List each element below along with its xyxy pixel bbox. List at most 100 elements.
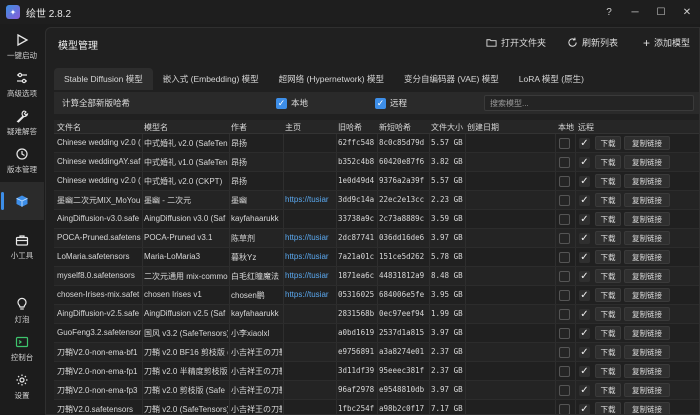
col-local[interactable]: 本地 [558, 122, 574, 133]
copy-link-button[interactable]: 复制链接 [624, 383, 670, 397]
download-button[interactable]: 下载 [595, 402, 621, 414]
local-checkbox[interactable] [559, 309, 570, 320]
remote-checkbox[interactable]: ✓ [375, 97, 386, 109]
download-button[interactable]: 下载 [595, 136, 621, 150]
local-checkbox[interactable] [559, 385, 570, 396]
local-checkbox[interactable] [559, 195, 570, 206]
table-row[interactable]: 刀鞘V2.0-non-ema-fp3 刀鞘 v2.0 剪枝版 (Safe 小吉祥王の… [54, 381, 699, 400]
sidebar-item-troubleshoot[interactable]: 疑难解答 [0, 104, 44, 142]
tab-lora[interactable]: LoRA 模型 (原生) [509, 68, 594, 90]
copy-link-button[interactable]: 复制链接 [624, 307, 670, 321]
table-row[interactable]: 刀鞘V2.0.safetensors 刀鞘 v2.0 (SafeTensors) 小… [54, 400, 699, 414]
remote-checkbox[interactable]: ✓ [579, 214, 590, 225]
local-checkbox[interactable] [559, 328, 570, 339]
local-checkbox[interactable] [559, 214, 570, 225]
copy-link-button[interactable]: 复制链接 [624, 364, 670, 378]
col-old-hash[interactable]: 旧哈希 [338, 122, 362, 133]
sidebar-item-console[interactable]: 控制台 [0, 330, 44, 368]
search-input[interactable] [484, 95, 694, 111]
table-row[interactable]: 刀鞘V2.0-non-ema-fp1 刀鞘 v2.0 半精度剪枝版 (小吉祥王の刀… [54, 362, 699, 381]
remote-checkbox[interactable]: ✓ [579, 271, 590, 282]
table-row[interactable]: AingDiffusion-v2.5.safe AingDiffusion v2.… [54, 305, 699, 324]
remote-checkbox[interactable]: ✓ [579, 290, 590, 301]
cell-home[interactable]: https://tusiar [285, 233, 335, 242]
minimize-button[interactable]: ─ [622, 0, 648, 24]
remote-checkbox[interactable]: ✓ [579, 233, 590, 244]
table-row[interactable]: GuoFeng3.2.safetensor 国风 v3.2 (SafeTensor… [54, 324, 699, 343]
sidebar-item-tools[interactable]: 小工具 [0, 228, 44, 266]
sidebar-item-advanced[interactable]: 高级选项 [0, 66, 44, 104]
remote-checkbox[interactable]: ✓ [579, 309, 590, 320]
table-row[interactable]: chosen-Irises-mix.safet chosen Irises v1 c… [54, 286, 699, 305]
remote-checkbox[interactable]: ✓ [579, 176, 590, 187]
local-checkbox[interactable] [559, 176, 570, 187]
local-checkbox[interactable] [559, 138, 570, 149]
remote-checkbox[interactable]: ✓ [579, 328, 590, 339]
download-button[interactable]: 下载 [595, 288, 621, 302]
remote-checkbox[interactable]: ✓ [579, 157, 590, 168]
download-button[interactable]: 下载 [595, 383, 621, 397]
table-row[interactable]: Chinese weddingAY.saf 中式婚礼 v1.0 (SafeTens… [54, 153, 699, 172]
cell-home[interactable]: https://tusiar [285, 252, 335, 261]
download-button[interactable]: 下载 [595, 212, 621, 226]
col-author[interactable]: 作者 [231, 122, 247, 133]
download-button[interactable]: 下载 [595, 269, 621, 283]
copy-link-button[interactable]: 复制链接 [624, 212, 670, 226]
tab-stable-diffusion[interactable]: Stable Diffusion 模型 [54, 68, 153, 90]
table-row[interactable]: LoMaria.safetensors Maria-LoMaria3 暮秋Yz htt… [54, 248, 699, 267]
sidebar-item-settings[interactable]: 设置 [0, 368, 44, 406]
cell-home[interactable]: https://tusiar [285, 290, 335, 299]
remote-filter[interactable]: ✓ 远程 [375, 97, 407, 109]
col-new-hash[interactable]: 新短哈希 [379, 122, 411, 133]
download-button[interactable]: 下载 [595, 174, 621, 188]
close-button[interactable]: ✕ [674, 0, 700, 24]
cell-home[interactable]: https://tusiar [285, 195, 335, 204]
sidebar-item-versions[interactable]: 版本管理 [0, 142, 44, 180]
local-checkbox[interactable] [559, 290, 570, 301]
cell-home[interactable]: https://tusiar [285, 271, 335, 280]
download-button[interactable]: 下载 [595, 231, 621, 245]
remote-checkbox[interactable]: ✓ [579, 252, 590, 263]
remote-checkbox[interactable]: ✓ [579, 138, 590, 149]
copy-link-button[interactable]: 复制链接 [624, 174, 670, 188]
table-row[interactable]: AingDiffusion-v3.0.safe AingDiffusion v3.… [54, 210, 699, 229]
download-button[interactable]: 下载 [595, 364, 621, 378]
local-checkbox[interactable]: ✓ [276, 97, 287, 109]
add-model-button[interactable]: + 添加模型 [643, 36, 690, 49]
sidebar-item-lamp[interactable]: 灯泡 [0, 292, 44, 330]
download-button[interactable]: 下载 [595, 345, 621, 359]
table-row[interactable]: Chinese wedding v2.0 (中式婚礼 v2.0 (SafeTen… [54, 134, 699, 153]
calc-hash-button[interactable]: 计算全部新版哈希 [62, 97, 130, 109]
tab-vae[interactable]: 变分自编码器 (VAE) 模型 [394, 68, 509, 90]
download-button[interactable]: 下载 [595, 307, 621, 321]
table-row[interactable]: 墨幽二次元MIX_MoYou 墨幽 - 二次元 墨幽 https://tusiar 3d… [54, 191, 699, 210]
remote-checkbox[interactable]: ✓ [579, 347, 590, 358]
copy-link-button[interactable]: 复制链接 [624, 288, 670, 302]
refresh-button[interactable]: 刷新列表 [567, 36, 618, 49]
local-checkbox[interactable] [559, 366, 570, 377]
table-row[interactable]: myself8.0.safetensors 二次元通用 mix-commo 白毛红瞳… [54, 267, 699, 286]
sidebar-item-models[interactable] [0, 182, 44, 220]
local-checkbox[interactable] [559, 233, 570, 244]
local-checkbox[interactable] [559, 157, 570, 168]
table-row[interactable]: 刀鞘V2.0-non-ema-bf1 刀鞘 v2.0 BF16 剪枝版 (小吉祥王… [54, 343, 699, 362]
copy-link-button[interactable]: 复制链接 [624, 402, 670, 414]
download-button[interactable]: 下载 [595, 193, 621, 207]
remote-checkbox[interactable]: ✓ [579, 366, 590, 377]
col-model[interactable]: 模型名 [144, 122, 168, 133]
sidebar-item-launch[interactable]: 一键启动 [0, 28, 44, 66]
table-row[interactable]: POCA-Pruned.safetens POCA-Pruned v3.1 陈草剂 h… [54, 229, 699, 248]
copy-link-button[interactable]: 复制链接 [624, 231, 670, 245]
local-checkbox[interactable] [559, 404, 570, 414]
local-checkbox[interactable] [559, 347, 570, 358]
col-remote[interactable]: 远程 [578, 122, 594, 133]
col-file[interactable]: 文件名 [57, 122, 81, 133]
copy-link-button[interactable]: 复制链接 [624, 193, 670, 207]
local-checkbox[interactable] [559, 271, 570, 282]
remote-checkbox[interactable]: ✓ [579, 385, 590, 396]
local-checkbox[interactable] [559, 252, 570, 263]
help-button[interactable]: ? [596, 0, 622, 24]
copy-link-button[interactable]: 复制链接 [624, 326, 670, 340]
tab-embedding[interactable]: 嵌入式 (Embedding) 模型 [153, 68, 269, 90]
table-row[interactable]: Chinese wedding v2.0 (中式婚礼 v2.0 (CKPT) 昂扬… [54, 172, 699, 191]
